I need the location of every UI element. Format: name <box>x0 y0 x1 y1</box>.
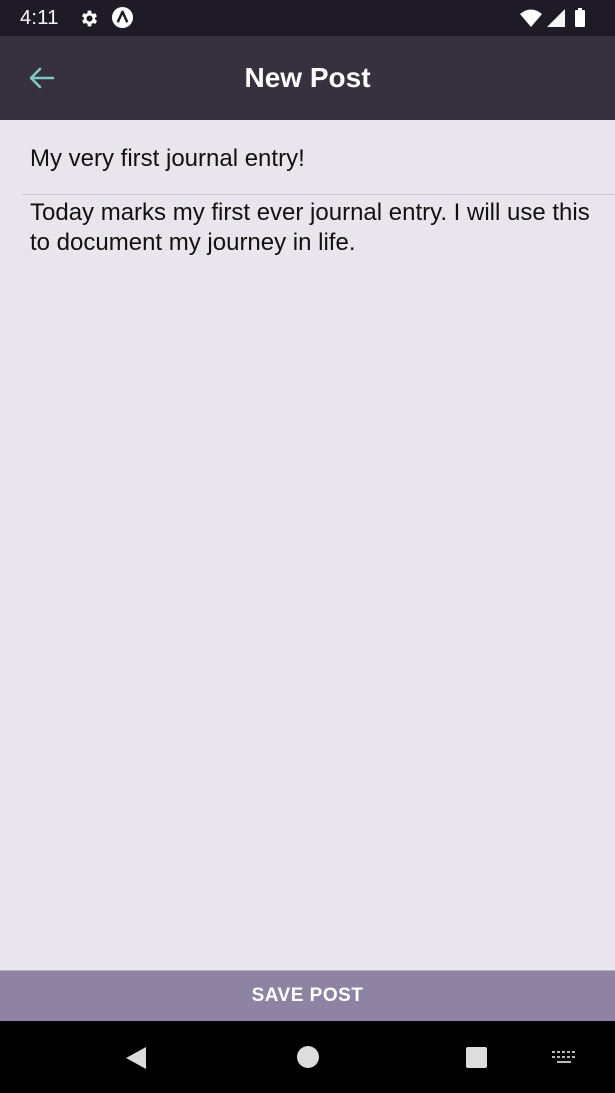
page-title: New Post <box>244 62 371 93</box>
status-time: 4:11 <box>20 7 59 29</box>
battery-icon <box>575 10 585 27</box>
gear-icon <box>81 10 98 27</box>
app-bar: New Post <box>0 36 615 120</box>
save-post-button[interactable]: SAVE POST <box>0 970 615 1021</box>
post-title-input[interactable]: My very first journal entry! <box>22 120 615 195</box>
home-circle-icon[interactable] <box>296 1045 320 1069</box>
post-editor: My very first journal entry! Today marks… <box>0 120 615 970</box>
post-title-value: My very first journal entry! <box>30 145 305 172</box>
post-body-value: Today marks my first ever journal entry.… <box>30 199 590 256</box>
post-body-input[interactable]: Today marks my first ever journal entry.… <box>22 198 602 258</box>
status-bar: 4:11 <box>0 0 615 36</box>
signal-icon <box>547 9 565 27</box>
back-triangle-icon[interactable] <box>124 1046 148 1070</box>
app-notification-icon <box>111 6 134 29</box>
recents-square-icon[interactable] <box>465 1046 488 1069</box>
system-status-icons <box>520 8 585 27</box>
keyboard-icon[interactable] <box>551 1050 577 1066</box>
wifi-icon <box>520 9 542 27</box>
system-navigation-bar <box>0 1021 615 1093</box>
save-post-label: SAVE POST <box>251 985 364 1006</box>
